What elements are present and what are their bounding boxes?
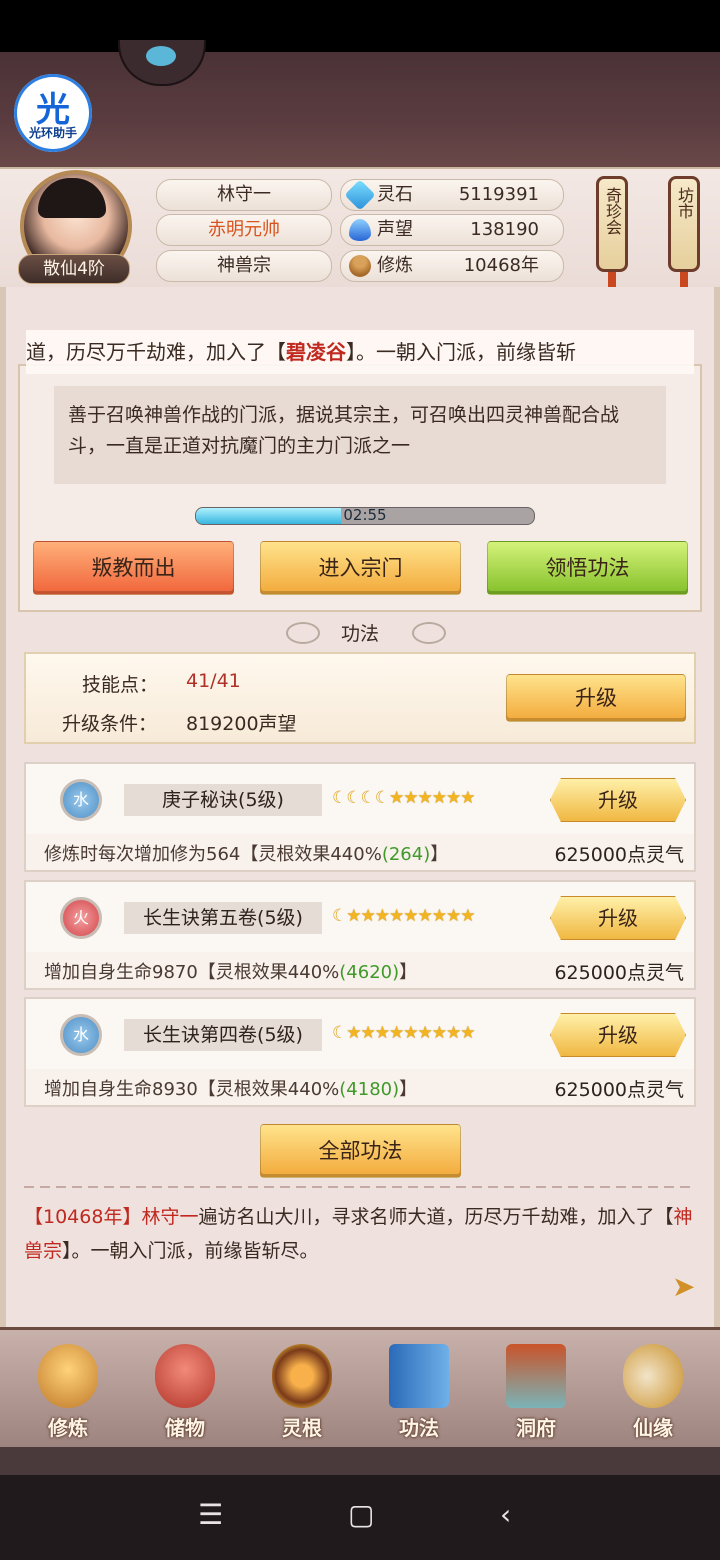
status-bar	[0, 0, 720, 52]
spirit-stone-icon	[344, 179, 376, 211]
skill-name: 长生诀第四卷(5级)	[124, 1019, 322, 1051]
stat-value: 10468年	[463, 255, 539, 276]
skill-points-upgrade-button[interactable]: 升级	[506, 674, 686, 722]
fire-element-icon: 火	[60, 897, 102, 939]
reputation-icon	[349, 219, 371, 241]
ticker-text-end: 】。一朝入门派，前缘皆斩	[346, 340, 576, 364]
cave-house-icon	[506, 1344, 566, 1408]
water-element-icon: 水	[60, 1014, 102, 1056]
nav-fate[interactable]: 仙缘	[603, 1340, 703, 1440]
cultivate-icon	[38, 1344, 98, 1408]
nav-label: 灵根	[282, 1416, 322, 1440]
skill-upgrade-button[interactable]: 升级	[550, 778, 686, 822]
upgrade-condition-value: 819200声望	[186, 713, 297, 735]
stat-label: 修炼	[377, 255, 413, 276]
skill-description: 增加自身生命9870【灵根效果440%(4620)】	[44, 962, 418, 983]
skill-card: 水 庚子秘诀(5级) ☾☾☾☾★★★★★★ 升级 修炼时每次增加修为564【灵根…	[24, 762, 696, 872]
skill-points-label: 技能点：	[82, 674, 159, 696]
market-button[interactable]: 坊市	[668, 176, 700, 272]
home-icon[interactable]: ▢	[348, 1498, 374, 1531]
skill-card: 水 长生诀第四卷(5级) ☾★★★★★★★★★ 升级 增加自身生命8930【灵根…	[24, 997, 696, 1107]
skill-points-value: 41/41	[186, 670, 241, 692]
enter-sect-button[interactable]: 进入宗门	[260, 541, 461, 595]
helper-label: 光环助手	[28, 126, 77, 140]
nav-spirit-root[interactable]: 灵根	[252, 1340, 352, 1440]
ornament-divider	[24, 1186, 696, 1188]
treasure-auction-label: 奇珍会	[603, 187, 622, 235]
ticker-text: 道，历尽万千劫难，加入了【	[26, 340, 286, 364]
news-ticker: 道，历尽万千劫难，加入了【碧凌谷】。一朝入门派，前缘皆斩	[26, 330, 694, 374]
gourd-icon	[623, 1344, 683, 1408]
skill-name: 庚子秘诀(5级)	[124, 784, 322, 816]
spirit-root-icon	[272, 1344, 332, 1408]
skill-stars: ☾★★★★★★★★★	[332, 906, 476, 926]
skill-cost: 625000点灵气	[554, 1079, 684, 1101]
skill-upgrade-button[interactable]: 升级	[550, 1013, 686, 1057]
skill-description: 增加自身生命8930【灵根效果440%(4180)】	[44, 1079, 418, 1100]
menu-icon[interactable]: ☰	[198, 1498, 223, 1531]
stat-reputation: 声望 138190	[340, 214, 564, 246]
helper-app-icon[interactable]: 光 光环助手	[14, 74, 92, 152]
sect-description: 善于召唤神兽作战的门派，据说其宗主，可召唤出四灵神兽配合战斗，一直是正道对抗魔门…	[54, 386, 666, 484]
nav-storage[interactable]: 储物	[135, 1340, 235, 1440]
treasure-auction-button[interactable]: 奇珍会	[596, 176, 628, 272]
skill-cost: 625000点灵气	[554, 844, 684, 866]
skill-card: 火 长生诀第五卷(5级) ☾★★★★★★★★★ 升级 增加自身生命9870【灵根…	[24, 880, 696, 990]
top-background	[0, 52, 720, 167]
log-text: 遍访名山大川，寻求名师大道，历尽万千劫难，加入了【	[198, 1206, 674, 1228]
player-sect: 神兽宗	[156, 250, 332, 282]
skill-upgrade-button[interactable]: 升级	[550, 896, 686, 940]
stat-label: 灵石	[377, 184, 413, 205]
market-label: 坊市	[675, 187, 694, 219]
betray-sect-button[interactable]: 叛教而出	[33, 541, 234, 595]
stat-spirit-stone: 灵石 5119391	[340, 179, 564, 211]
timer-progress-bar: 02:55	[195, 507, 535, 525]
log-year: 【10468年】	[24, 1206, 142, 1228]
back-icon[interactable]: ‹	[500, 1498, 511, 1531]
cultivation-icon	[349, 255, 371, 277]
technique-book-icon	[389, 1344, 449, 1408]
nav-label: 洞府	[516, 1416, 556, 1440]
nav-cave[interactable]: 洞府	[486, 1340, 586, 1440]
skill-stars: ☾★★★★★★★★★	[332, 1023, 476, 1043]
expand-arrow-icon[interactable]: ➤	[672, 1272, 702, 1302]
nav-label: 储物	[165, 1416, 205, 1440]
nav-label: 功法	[399, 1416, 439, 1440]
timer-text: 02:55	[343, 507, 387, 524]
all-techniques-button[interactable]: 全部功法	[260, 1124, 461, 1178]
skill-stars: ☾☾☾☾★★★★★★	[332, 788, 476, 808]
log-player-name[interactable]: 林守一	[141, 1206, 198, 1228]
nav-base	[0, 1447, 720, 1475]
nav-techniques[interactable]: 功法	[369, 1340, 469, 1440]
player-name: 林守一	[156, 179, 332, 211]
upgrade-condition-label: 升级条件：	[62, 713, 158, 735]
learn-technique-button[interactable]: 领悟功法	[487, 541, 688, 595]
rank-badge: 散仙4阶	[18, 254, 130, 284]
stat-value: 5119391	[458, 184, 539, 205]
stat-cultivation: 修炼 10468年	[340, 250, 564, 282]
technique-section-title: 功法	[340, 623, 379, 645]
stat-label: 声望	[377, 219, 413, 240]
storage-bag-icon	[155, 1344, 215, 1408]
event-log: 【10468年】林守一遍访名山大川，寻求名师大道，历尽万千劫难，加入了【神兽宗】…	[24, 1200, 694, 1268]
water-element-icon: 水	[60, 779, 102, 821]
skill-points-panel: 技能点： 41/41 升级条件： 819200声望 升级	[24, 652, 696, 744]
skill-cost: 625000点灵气	[554, 962, 684, 984]
skill-description: 修炼时每次增加修为564【灵根效果440%(264)】	[44, 844, 449, 865]
nav-cultivate[interactable]: 修炼	[18, 1340, 118, 1440]
player-title[interactable]: 赤明元帅	[156, 214, 332, 246]
stat-value: 138190	[470, 219, 539, 240]
nav-label: 仙缘	[633, 1416, 673, 1440]
nav-label: 修炼	[48, 1416, 88, 1440]
skill-name: 长生诀第五卷(5级)	[124, 902, 322, 934]
ticker-highlight: 碧凌谷	[286, 340, 346, 364]
log-text-end: 】。一朝入门派，前缘皆斩尽。	[62, 1240, 319, 1262]
